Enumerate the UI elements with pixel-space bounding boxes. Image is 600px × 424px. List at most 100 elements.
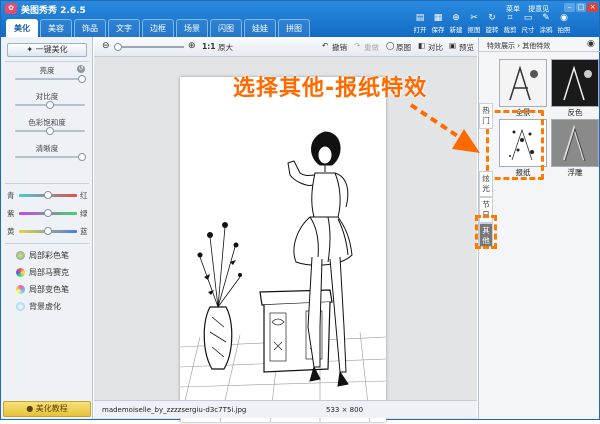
zoom-out-icon[interactable]: ⊖: [102, 41, 110, 51]
blur-icon: [16, 302, 25, 311]
cutout-icon: ✂: [470, 13, 478, 23]
resize-icon: ▭: [523, 13, 533, 23]
undo-icon[interactable]: ↶: [322, 41, 328, 50]
brightness-slider[interactable]: [15, 75, 86, 83]
open-button[interactable]: ▤ 打开: [411, 13, 429, 34]
effects-header: 特效展示 › 其他特效 ◉: [479, 37, 600, 52]
invert-preview: [552, 60, 598, 106]
photo-canvas[interactable]: [179, 77, 387, 423]
reset-icon[interactable]: ↺: [77, 65, 85, 73]
annotation-callout: 选择其他-报纸特效: [233, 76, 428, 101]
mosaic-tool[interactable]: 局部马赛克: [16, 267, 69, 278]
camera-icon: ◉: [560, 13, 568, 23]
compare-icon[interactable]: ◧: [418, 41, 425, 50]
feedback-link[interactable]: 提意见: [528, 5, 549, 13]
tab-frame[interactable]: 边框: [142, 19, 174, 37]
rotate-icon: ↻: [488, 13, 496, 23]
doodle-icon: ✎: [542, 13, 550, 23]
effects-panel: 特效展示 › 其他特效 ◉ 全景 反色 报纸 浮雕 热门 炫光 节日 其他: [475, 37, 600, 419]
status-bar: mademoiselle_by_zzzzsergiu-d3c7T5i.jpg 5…: [94, 400, 477, 418]
preview-icon[interactable]: ▣: [449, 41, 456, 50]
cyan-red-slider[interactable]: [19, 191, 77, 199]
effect-label-invert: 反色: [567, 108, 583, 117]
effects-breadcrumb[interactable]: 特效展示 › 其他特效: [487, 41, 550, 51]
emboss-preview: [552, 120, 598, 166]
tab-beautify[interactable]: 美化: [6, 19, 38, 37]
tab-flash[interactable]: 闪图: [210, 19, 242, 37]
original-size-button[interactable]: 原大: [218, 42, 233, 53]
folder-icon: ▤: [415, 13, 425, 23]
adjust-panel: ✦ 一键美化 亮度 ↺ 对比度 色彩饱和度 清晰度 青 红 紫 绿 黄 蓝 局部…: [1, 37, 93, 419]
resize-button[interactable]: ▭ 尺寸: [519, 13, 537, 34]
crop-icon: ⌗: [507, 13, 513, 23]
camera-button[interactable]: ◉ 拍照: [555, 13, 573, 34]
color-brush-tool[interactable]: 局部彩色笔: [16, 250, 69, 261]
rotate-button[interactable]: ↻ 旋转: [483, 13, 501, 34]
other-tab-highlight-box: [475, 215, 497, 249]
sharpness-slider[interactable]: [15, 153, 86, 161]
compare-button[interactable]: 对比: [428, 42, 443, 53]
contrast-label: 对比度: [35, 92, 59, 101]
window-title: 美图秀秀 2.6.5: [21, 6, 86, 16]
effect-thumb-panorama[interactable]: [499, 59, 547, 107]
settings-icon[interactable]: ◉: [587, 39, 595, 49]
image-dimensions: 533 × 800: [326, 406, 364, 414]
file-name: mademoiselle_by_zzzzsergiu-d3c7T5i.jpg: [102, 406, 247, 414]
panorama-preview: [500, 60, 546, 106]
contrast-slider[interactable]: [15, 101, 85, 109]
undo-button[interactable]: 撤销: [332, 42, 347, 53]
new-icon: ⊕: [452, 13, 460, 23]
tab-scene[interactable]: 场景: [176, 19, 208, 37]
maximize-button[interactable]: □: [575, 3, 587, 12]
new-button[interactable]: ⊕ 新建: [447, 13, 465, 34]
effect-thumb-invert[interactable]: [551, 59, 599, 107]
app-logo-icon: ✿: [5, 3, 17, 14]
recolor-brush-tool[interactable]: 局部变色笔: [16, 284, 69, 295]
save-icon: ▦: [433, 13, 443, 23]
newspaper-highlight-box: [486, 110, 544, 180]
effect-thumb-emboss[interactable]: [551, 119, 599, 167]
original-button[interactable]: 原图: [396, 42, 411, 53]
saturation-slider[interactable]: [15, 127, 85, 135]
sharpness-label: 清晰度: [35, 144, 59, 153]
crop-button[interactable]: ⌗ 裁剪: [501, 13, 519, 34]
one-key-beautify-button[interactable]: ✦ 一键美化: [7, 43, 87, 57]
tab-accessories[interactable]: 饰品: [74, 19, 106, 37]
tab-cosmetic[interactable]: 美容: [40, 19, 72, 37]
yellow-blue-slider[interactable]: [19, 227, 77, 235]
saturation-label: 色彩饱和度: [28, 118, 66, 127]
newspaper-effect-photo: [179, 77, 387, 423]
mosaic-icon: [16, 268, 25, 277]
zoom-slider[interactable]: [114, 43, 184, 51]
zoom-1to1-button[interactable]: 1:1: [202, 42, 215, 51]
original-icon[interactable]: ◯: [386, 41, 394, 50]
preview-button[interactable]: 预览: [459, 42, 474, 53]
bulb-icon: ●: [26, 404, 36, 413]
menu-link[interactable]: 菜单: [506, 5, 520, 13]
redo-button[interactable]: 重做: [364, 42, 379, 53]
cutout-button[interactable]: ✂ 抠图: [465, 13, 483, 34]
main-toolbar: ▤ 打开 ▦ 保存 ⊕ 新建 ✂ 抠图 ↻ 旋转 ⌗ 裁剪 ▭ 尺寸 ✎ 涂鸦 ◉ 拍照: [411, 13, 573, 34]
canvas-toolbar: ⊖ ⊕ 1:1 原大 ↶ 撤销 ↷ 重做 ◯ 原图 ◧ 对比 ▣ 预览: [94, 37, 477, 57]
purple-green-slider[interactable]: [19, 209, 77, 217]
redo-icon[interactable]: ↷: [354, 41, 360, 50]
category-tab-glow[interactable]: 炫光: [479, 171, 493, 197]
tab-doll[interactable]: 娃娃: [244, 19, 276, 37]
background-blur-tool[interactable]: 背景虚化: [16, 301, 61, 312]
recolor-brush-icon: [16, 285, 25, 294]
main-tabs: 美化 美容 饰品 文字 边框 场景 闪图 娃娃 拼图: [6, 19, 310, 37]
title-bar: ✿ 美图秀秀 2.6.5 菜单 提意见 – □ × 美化 美容 饰品 文字 边框…: [1, 1, 599, 37]
annotation-arrow-icon: [409, 103, 480, 153]
zoom-in-icon[interactable]: ⊕: [188, 41, 196, 51]
close-button[interactable]: ×: [587, 3, 599, 12]
tab-text[interactable]: 文字: [108, 19, 140, 37]
save-button[interactable]: ▦ 保存: [429, 13, 447, 34]
tab-collage[interactable]: 拼图: [278, 19, 310, 37]
minimize-button[interactable]: –: [564, 3, 575, 12]
doodle-button[interactable]: ✎ 涂鸦: [537, 13, 555, 34]
color-brush-icon: [16, 251, 25, 260]
beauty-tutorial-button[interactable]: ● 美化教程: [3, 401, 91, 417]
effect-label-emboss: 浮雕: [567, 168, 583, 177]
app-window: ✿ 美图秀秀 2.6.5 菜单 提意见 – □ × 美化 美容 饰品 文字 边框…: [0, 0, 600, 423]
wand-icon: ✦: [26, 45, 36, 54]
